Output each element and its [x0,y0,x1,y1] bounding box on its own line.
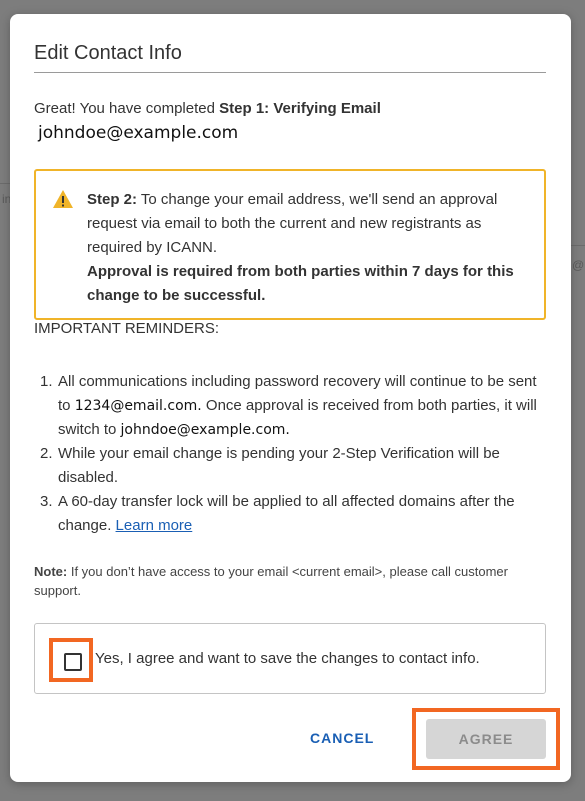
step2-body: To change your email address, we'll send… [87,191,498,256]
background-divider [0,183,10,184]
step2-text: Step 2: To change your email address, we… [87,188,527,308]
step2-alert: Step 2: To change your email address, we… [34,169,546,320]
step1-prefix: Great! You have completed [34,100,220,117]
note-label: Note: [34,564,68,579]
background-divider-right [571,245,585,246]
reminders-title: IMPORTANT REMINDERS: [34,320,220,337]
current-email: 1234@email.com. [74,398,202,414]
agree-checkbox-label[interactable]: Yes, I agree and want to save the change… [95,650,480,667]
reminder-item: 2. While your email change is pending yo… [34,442,549,490]
note-text: If you don’t have access to your email <… [34,564,508,598]
reminder-number: 2. [40,445,53,462]
background-text-right: @ [572,258,585,272]
cancel-button[interactable]: CANCEL [310,730,374,746]
new-email: johndoe@example.com [38,123,239,143]
new-email-inline: johndoe@example.com. [120,422,290,438]
step2-bold-text: Approval is required from both parties w… [87,263,514,304]
reminders-list: 1. All communications including password… [34,370,549,538]
checkbox-highlight [49,638,93,682]
reminder-item: 1. All communications including password… [34,370,549,442]
step1-bold: Step 1: Verifying Email [219,100,381,117]
agree-button[interactable]: AGREE [426,719,546,759]
step2-label: Step 2: [87,191,138,208]
warning-icon [53,190,73,208]
step1-message: Great! You have completed Step 1: Verify… [34,100,381,117]
agree-checkbox[interactable] [64,653,82,671]
learn-more-link[interactable]: Learn more [116,517,193,534]
modal-title: Edit Contact Info [34,42,182,64]
agree-button-highlight: AGREE [412,708,560,770]
agree-checkbox-container: Yes, I agree and want to save the change… [34,623,546,694]
note: Note: If you don’t have access to your e… [34,562,534,600]
reminder-text: While your email change is pending your … [58,445,500,486]
title-divider [34,72,546,73]
reminder-number: 1. [40,373,53,390]
reminder-item: 3. A 60-day transfer lock will be applie… [34,490,549,538]
edit-contact-modal: Edit Contact Info Great! You have comple… [10,14,571,782]
reminder-number: 3. [40,493,53,510]
